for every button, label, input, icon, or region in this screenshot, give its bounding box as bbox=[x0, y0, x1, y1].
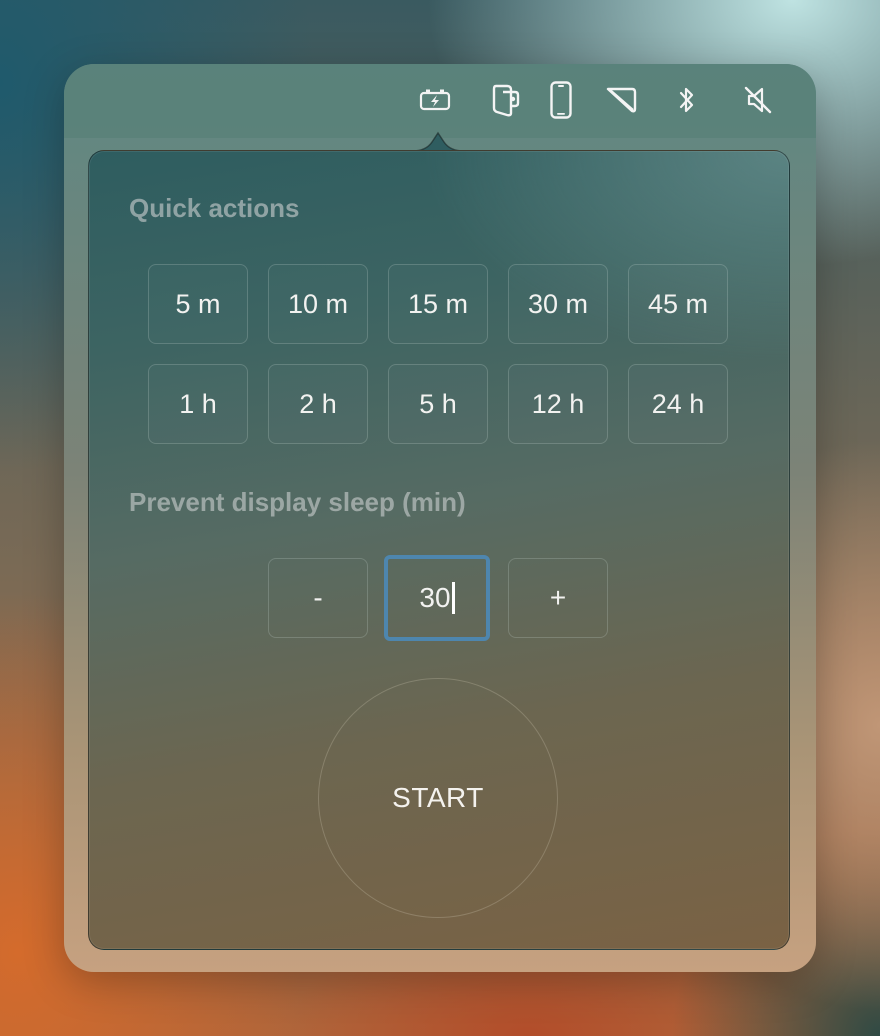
speaker-muted-icon[interactable] bbox=[740, 82, 776, 118]
decrement-button[interactable]: - bbox=[268, 558, 368, 638]
increment-button[interactable]: + bbox=[508, 558, 608, 638]
text-caret bbox=[451, 582, 455, 614]
quick-action-10m-button[interactable]: 10 m bbox=[268, 264, 368, 344]
display-sleep-title: Prevent display sleep (min) bbox=[129, 487, 466, 517]
quick-action-5m-button[interactable]: 5 m bbox=[148, 264, 248, 344]
cursor-tag-icon[interactable] bbox=[603, 82, 639, 118]
quick-action-15m-button[interactable]: 15 m bbox=[388, 264, 488, 344]
minutes-value: 30 bbox=[419, 582, 451, 613]
display-sleep-stepper: - 30 + bbox=[268, 555, 610, 641]
quick-action-24h-button[interactable]: 24 h bbox=[628, 364, 728, 444]
quick-action-2h-button[interactable]: 2 h bbox=[268, 364, 368, 444]
popover-panel: Quick actions 5 m 10 m 15 m 30 m 45 m 1 … bbox=[88, 150, 790, 950]
minutes-input[interactable]: 30 bbox=[384, 555, 490, 641]
bluetooth-icon[interactable] bbox=[669, 82, 705, 118]
quick-actions-title: Quick actions bbox=[129, 193, 300, 223]
battery-charging-icon[interactable] bbox=[418, 82, 454, 118]
popover-arrow bbox=[412, 131, 464, 152]
quick-action-12h-button[interactable]: 12 h bbox=[508, 364, 608, 444]
quick-action-5h-button[interactable]: 5 h bbox=[388, 364, 488, 444]
phone-icon[interactable] bbox=[543, 81, 579, 119]
wallet-icon[interactable] bbox=[488, 82, 524, 118]
quick-actions-grid: 5 m 10 m 15 m 30 m 45 m 1 h 2 h 5 h 12 h… bbox=[148, 264, 730, 444]
quick-action-45m-button[interactable]: 45 m bbox=[628, 264, 728, 344]
quick-action-1h-button[interactable]: 1 h bbox=[148, 364, 248, 444]
quick-action-30m-button[interactable]: 30 m bbox=[508, 264, 608, 344]
menu-bar bbox=[64, 64, 816, 138]
start-button[interactable]: START bbox=[318, 678, 558, 918]
